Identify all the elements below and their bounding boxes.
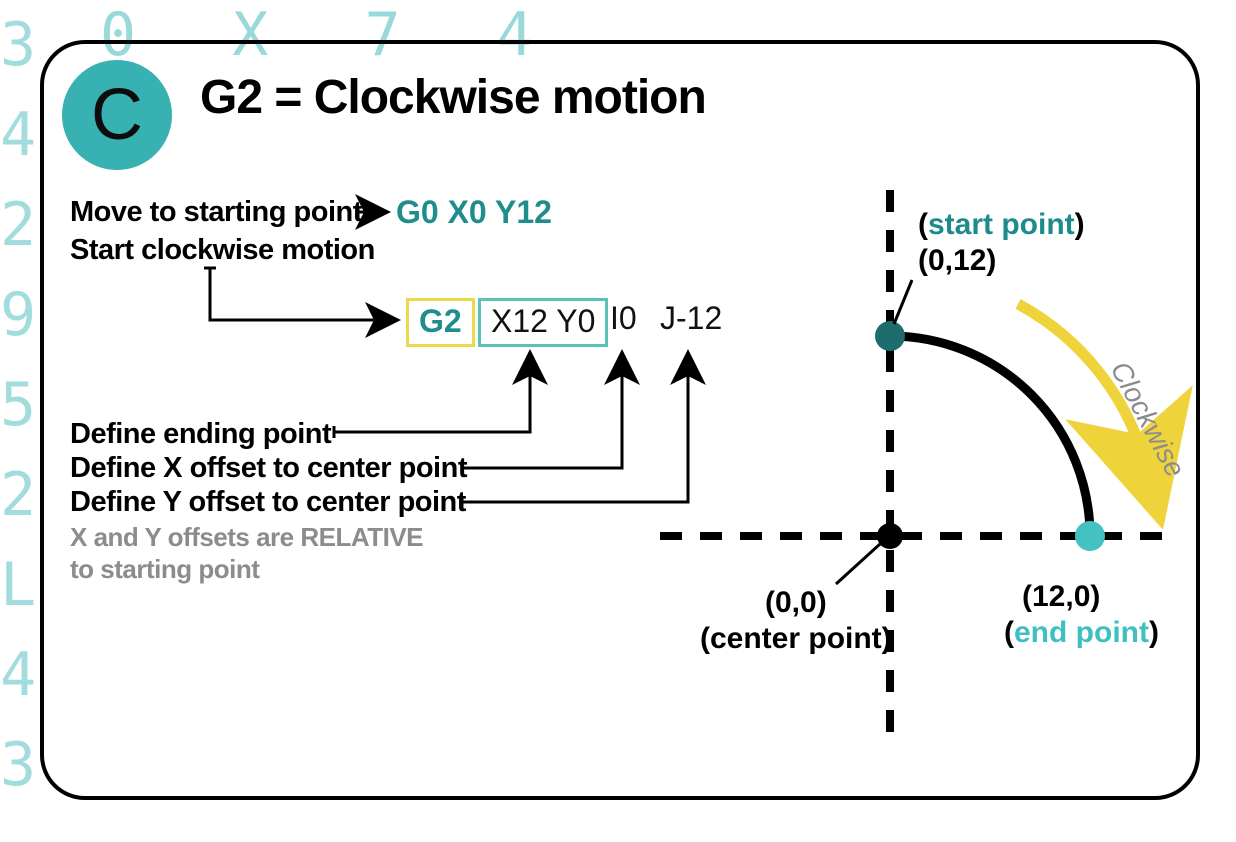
code-g2-box: G2: [406, 298, 475, 347]
section-badge: C: [62, 60, 172, 170]
label-start-cw: Start clockwise motion: [70, 234, 375, 267]
label-def-end: Define ending point: [70, 418, 331, 451]
background-digits-side: 3 4 2 9 5 2 L 4 3: [0, 0, 35, 820]
page: 3 4 2 9 5 2 L 4 3 0 X 7 4 C G2 = Clockwi…: [0, 0, 1236, 842]
note-line2: to starting point: [70, 554, 259, 585]
label-move-start: Move to starting point: [70, 196, 362, 229]
section-title: G2 = Clockwise motion: [200, 70, 706, 125]
code-i: I0: [610, 300, 637, 337]
label-def-y: Define Y offset to center point: [70, 486, 466, 519]
code-xy: X12 Y0: [491, 303, 595, 339]
code-g2: G2: [419, 303, 462, 339]
label-def-x: Define X offset to center point: [70, 452, 467, 485]
section-badge-letter: C: [91, 74, 143, 156]
code-j: J-12: [660, 300, 722, 337]
note-line1: X and Y offsets are RELATIVE: [70, 522, 423, 553]
code-line1: G0 X0 Y12: [396, 194, 552, 231]
code-xy-box: X12 Y0: [478, 298, 608, 347]
